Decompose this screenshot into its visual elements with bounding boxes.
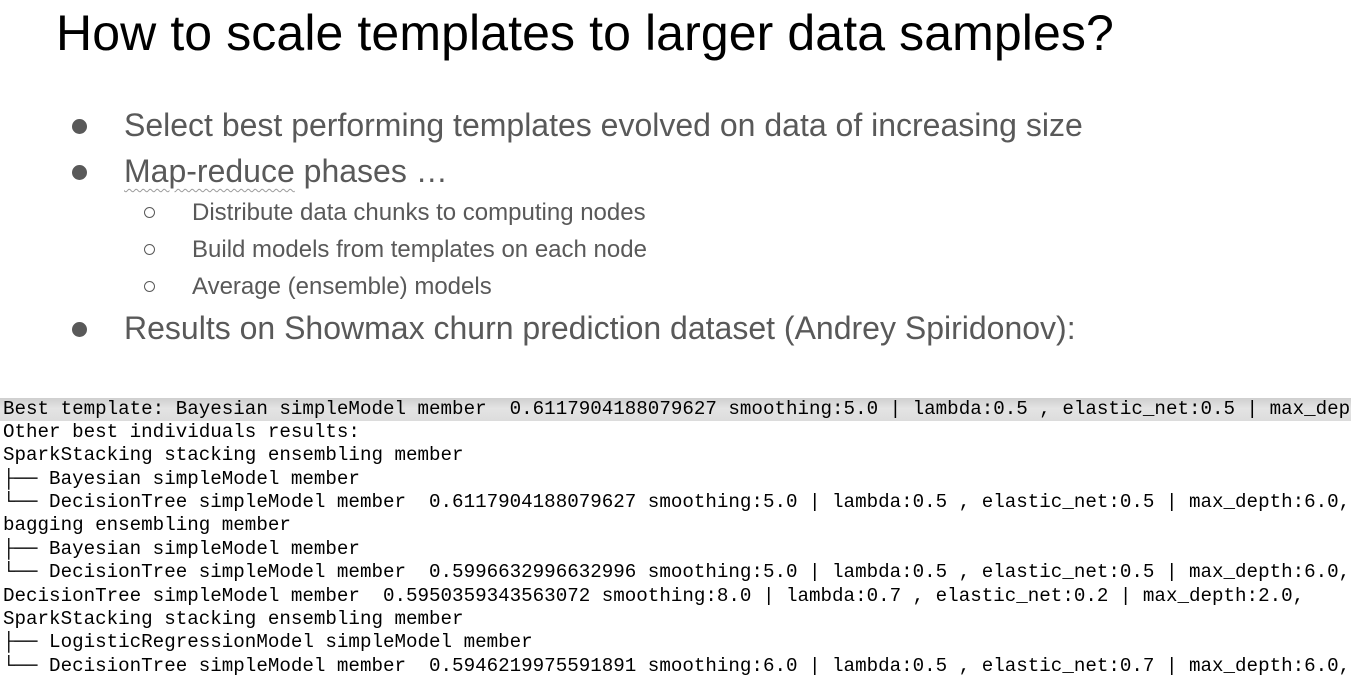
terminal-line: SparkStacking stacking ensembling member: [3, 608, 464, 630]
bullet-dot: [72, 119, 87, 134]
subbullet-item-1: Distribute data chunks to computing node…: [192, 199, 646, 226]
bullet-item-2: Map-reduce phases …: [124, 152, 448, 190]
terminal-line: bagging ensembling member: [3, 514, 291, 536]
terminal-line: ├── Bayesian simpleModel member: [3, 538, 360, 560]
terminal-line: ├── LogisticRegressionModel simpleModel …: [3, 631, 533, 653]
terminal-line: └── DecisionTree simpleModel member 0.59…: [3, 561, 1351, 583]
subbullet-circle: [144, 207, 155, 218]
spellcheck-underlined-word: Map-reduce: [124, 153, 295, 189]
terminal-line: SparkStacking stacking ensembling member: [3, 444, 464, 466]
terminal-line: └── DecisionTree simpleModel member 0.61…: [3, 491, 1351, 513]
terminal-line: Other best individuals results:: [3, 421, 360, 443]
subbullet-circle: [144, 281, 155, 292]
terminal-line: Best template: Bayesian simpleModel memb…: [0, 398, 1351, 421]
terminal-line: ├── Bayesian simpleModel member: [3, 468, 360, 490]
subbullet-item-2: Build models from templates on each node: [192, 236, 647, 263]
subbullet-item-3: Average (ensemble) models: [192, 273, 492, 300]
bullet-item-1: Select best performing templates evolved…: [124, 107, 1083, 143]
terminal-line: DecisionTree simpleModel member 0.595035…: [3, 585, 1305, 607]
bullet-item-2-rest: phases …: [294, 153, 448, 189]
subbullet-circle: [144, 244, 155, 255]
terminal-line: └── DecisionTree simpleModel member 0.59…: [3, 655, 1351, 677]
bullet-item-3: Results on Showmax churn prediction data…: [124, 310, 1076, 346]
bullet-dot: [72, 322, 87, 337]
bullet-dot: [72, 165, 87, 180]
slide-title: How to scale templates to larger data sa…: [56, 5, 1114, 61]
terminal-output-screenshot: Best template: Bayesian simpleModel memb…: [0, 396, 1351, 678]
